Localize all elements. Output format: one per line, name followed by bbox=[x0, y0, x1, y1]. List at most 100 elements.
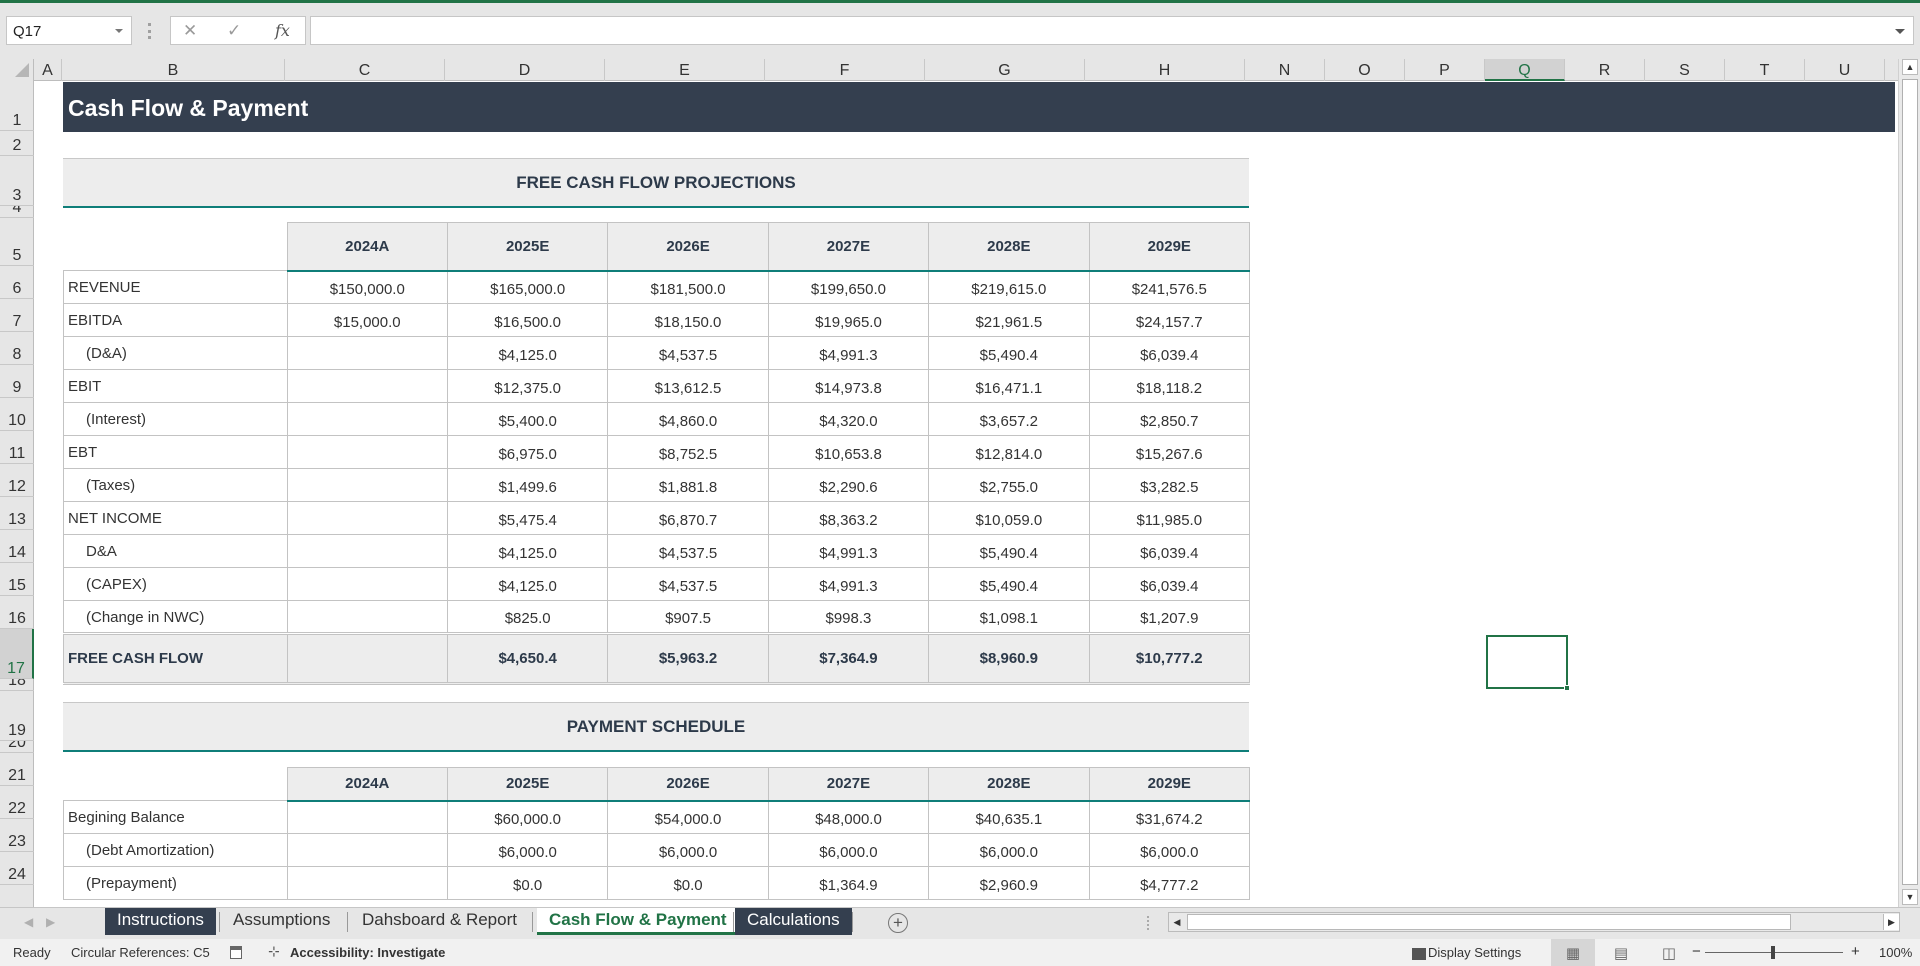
row-label[interactable]: D&A bbox=[63, 534, 288, 568]
scroll-down-icon[interactable]: ▼ bbox=[1902, 889, 1918, 905]
row-header-20[interactable]: 20 bbox=[0, 741, 34, 753]
value-cell[interactable] bbox=[286, 369, 448, 403]
year-header[interactable]: 2027E bbox=[767, 767, 930, 802]
column-header-s[interactable]: S bbox=[1645, 59, 1725, 81]
value-cell[interactable]: $4,125.0 bbox=[446, 336, 609, 370]
total-value-cell[interactable]: $10,777.2 bbox=[1088, 632, 1251, 685]
value-cell[interactable]: $2,755.0 bbox=[928, 468, 1090, 502]
header-blank[interactable] bbox=[63, 222, 288, 271]
vertical-scroll-thumb[interactable] bbox=[1902, 79, 1918, 885]
row-header-7[interactable]: 7 bbox=[0, 299, 34, 332]
row-header-5[interactable]: 5 bbox=[0, 218, 34, 266]
total-value-cell[interactable]: $4,650.4 bbox=[446, 632, 609, 685]
accessibility-status[interactable]: Accessibility: Investigate bbox=[290, 945, 445, 960]
year-header[interactable]: 2025E bbox=[446, 222, 609, 272]
tab-cash-flow-payment[interactable]: Cash Flow & Payment bbox=[537, 908, 739, 935]
column-header-a[interactable]: A bbox=[34, 59, 62, 81]
value-cell[interactable]: $5,490.4 bbox=[928, 534, 1090, 568]
scroll-left-icon[interactable]: ◀ bbox=[1169, 914, 1185, 930]
row-header-4[interactable]: 4 bbox=[0, 206, 34, 218]
value-cell[interactable]: $4,860.0 bbox=[607, 402, 769, 436]
column-header-o[interactable]: O bbox=[1325, 59, 1405, 81]
column-header-q[interactable]: Q bbox=[1485, 59, 1565, 81]
total-label[interactable]: FREE CASH FLOW bbox=[63, 632, 288, 685]
column-header-r[interactable]: R bbox=[1565, 59, 1645, 81]
value-cell[interactable]: $13,612.5 bbox=[607, 369, 769, 403]
column-header-u[interactable]: U bbox=[1805, 59, 1885, 81]
formula-input[interactable] bbox=[310, 16, 1914, 45]
value-cell[interactable]: $16,471.1 bbox=[928, 369, 1090, 403]
row-label[interactable]: (Taxes) bbox=[63, 468, 288, 502]
tab-split-grip[interactable] bbox=[1147, 916, 1149, 930]
row-header-3[interactable]: 3 bbox=[0, 156, 34, 206]
value-cell[interactable]: $1,207.9 bbox=[1088, 600, 1251, 634]
formula-bar-grip[interactable] bbox=[148, 23, 151, 39]
status-circular-references[interactable]: Circular References: C5 bbox=[71, 945, 210, 960]
insert-function-icon[interactable]: fx bbox=[275, 21, 290, 40]
value-cell[interactable]: $6,000.0 bbox=[607, 833, 769, 867]
total-value-cell[interactable]: $7,364.9 bbox=[767, 632, 930, 685]
year-header[interactable]: 2029E bbox=[1088, 767, 1251, 802]
value-cell[interactable] bbox=[286, 800, 448, 834]
value-cell[interactable]: $60,000.0 bbox=[446, 800, 609, 834]
worksheet-grid[interactable]: ABCDEFGHNOPQRSTU 1 2 3 4 5 6 7 8 9 10 11 12 13 14 15 16… bbox=[0, 59, 1920, 907]
row-header-2[interactable]: 2 bbox=[0, 131, 34, 156]
row-header-17[interactable]: 17 bbox=[0, 629, 34, 679]
value-cell[interactable]: $5,490.4 bbox=[928, 336, 1090, 370]
fill-handle[interactable] bbox=[1564, 685, 1570, 691]
value-cell[interactable]: $18,118.2 bbox=[1088, 369, 1251, 403]
year-header[interactable]: 2028E bbox=[928, 767, 1090, 802]
value-cell[interactable]: $10,059.0 bbox=[928, 501, 1090, 535]
page-break-preview-button[interactable]: ◫ bbox=[1647, 939, 1691, 966]
value-cell[interactable]: $24,157.7 bbox=[1088, 303, 1251, 337]
value-cell[interactable] bbox=[286, 600, 448, 634]
value-cell[interactable]: $14,973.8 bbox=[767, 369, 930, 403]
tab-scroll-left-icon[interactable]: ◀ bbox=[24, 915, 33, 929]
active-cell-q17[interactable] bbox=[1486, 635, 1570, 691]
value-cell[interactable] bbox=[286, 402, 448, 436]
value-cell[interactable]: $6,039.4 bbox=[1088, 534, 1251, 568]
display-settings-button[interactable]: Display Settings bbox=[1412, 945, 1521, 960]
macro-record-icon[interactable] bbox=[230, 944, 242, 960]
year-header[interactable]: 2024A bbox=[286, 767, 448, 802]
tab-calculations[interactable]: Calculations bbox=[735, 908, 852, 935]
value-cell[interactable]: $48,000.0 bbox=[767, 800, 930, 834]
value-cell[interactable]: $3,657.2 bbox=[928, 402, 1090, 436]
value-cell[interactable]: $6,000.0 bbox=[1088, 833, 1251, 867]
value-cell[interactable]: $5,400.0 bbox=[446, 402, 609, 436]
value-cell[interactable]: $1,364.9 bbox=[767, 866, 930, 900]
value-cell[interactable]: $40,635.1 bbox=[928, 800, 1090, 834]
row-label[interactable]: (Interest) bbox=[63, 402, 288, 436]
row-header-11[interactable]: 11 bbox=[0, 431, 34, 464]
value-cell[interactable] bbox=[286, 501, 448, 535]
value-cell[interactable]: $2,960.9 bbox=[928, 866, 1090, 900]
row-header-12[interactable]: 12 bbox=[0, 464, 34, 497]
value-cell[interactable]: $6,000.0 bbox=[767, 833, 930, 867]
row-label[interactable]: (Debt Amortization) bbox=[63, 833, 288, 867]
value-cell[interactable]: $6,039.4 bbox=[1088, 567, 1251, 601]
value-cell[interactable]: $6,870.7 bbox=[607, 501, 769, 535]
expand-formula-bar-icon[interactable] bbox=[1895, 29, 1905, 34]
horizontal-scroll-thumb[interactable] bbox=[1187, 914, 1791, 930]
value-cell[interactable]: $6,039.4 bbox=[1088, 336, 1251, 370]
value-cell[interactable]: $21,961.5 bbox=[928, 303, 1090, 337]
value-cell[interactable] bbox=[286, 833, 448, 867]
enter-icon[interactable]: ✓ bbox=[227, 21, 241, 41]
value-cell[interactable]: $165,000.0 bbox=[446, 270, 609, 304]
year-header[interactable]: 2025E bbox=[446, 767, 609, 802]
row-header-13[interactable]: 13 bbox=[0, 497, 34, 530]
value-cell[interactable]: $1,499.6 bbox=[446, 468, 609, 502]
tab-instructions[interactable]: Instructions bbox=[105, 908, 216, 935]
row-header-8[interactable]: 8 bbox=[0, 332, 34, 365]
value-cell[interactable]: $150,000.0 bbox=[286, 270, 448, 304]
row-header-15[interactable]: 15 bbox=[0, 563, 34, 596]
row-header-9[interactable]: 9 bbox=[0, 365, 34, 398]
zoom-out-button[interactable]: − bbox=[1692, 943, 1701, 960]
page-layout-view-button[interactable]: ▤ bbox=[1599, 939, 1643, 966]
value-cell[interactable]: $998.3 bbox=[767, 600, 930, 634]
row-header-6[interactable]: 6 bbox=[0, 266, 34, 299]
value-cell[interactable]: $1,881.8 bbox=[607, 468, 769, 502]
value-cell[interactable]: $2,850.7 bbox=[1088, 402, 1251, 436]
row-label[interactable]: Begining Balance bbox=[63, 800, 288, 834]
year-header[interactable]: 2027E bbox=[767, 222, 930, 272]
